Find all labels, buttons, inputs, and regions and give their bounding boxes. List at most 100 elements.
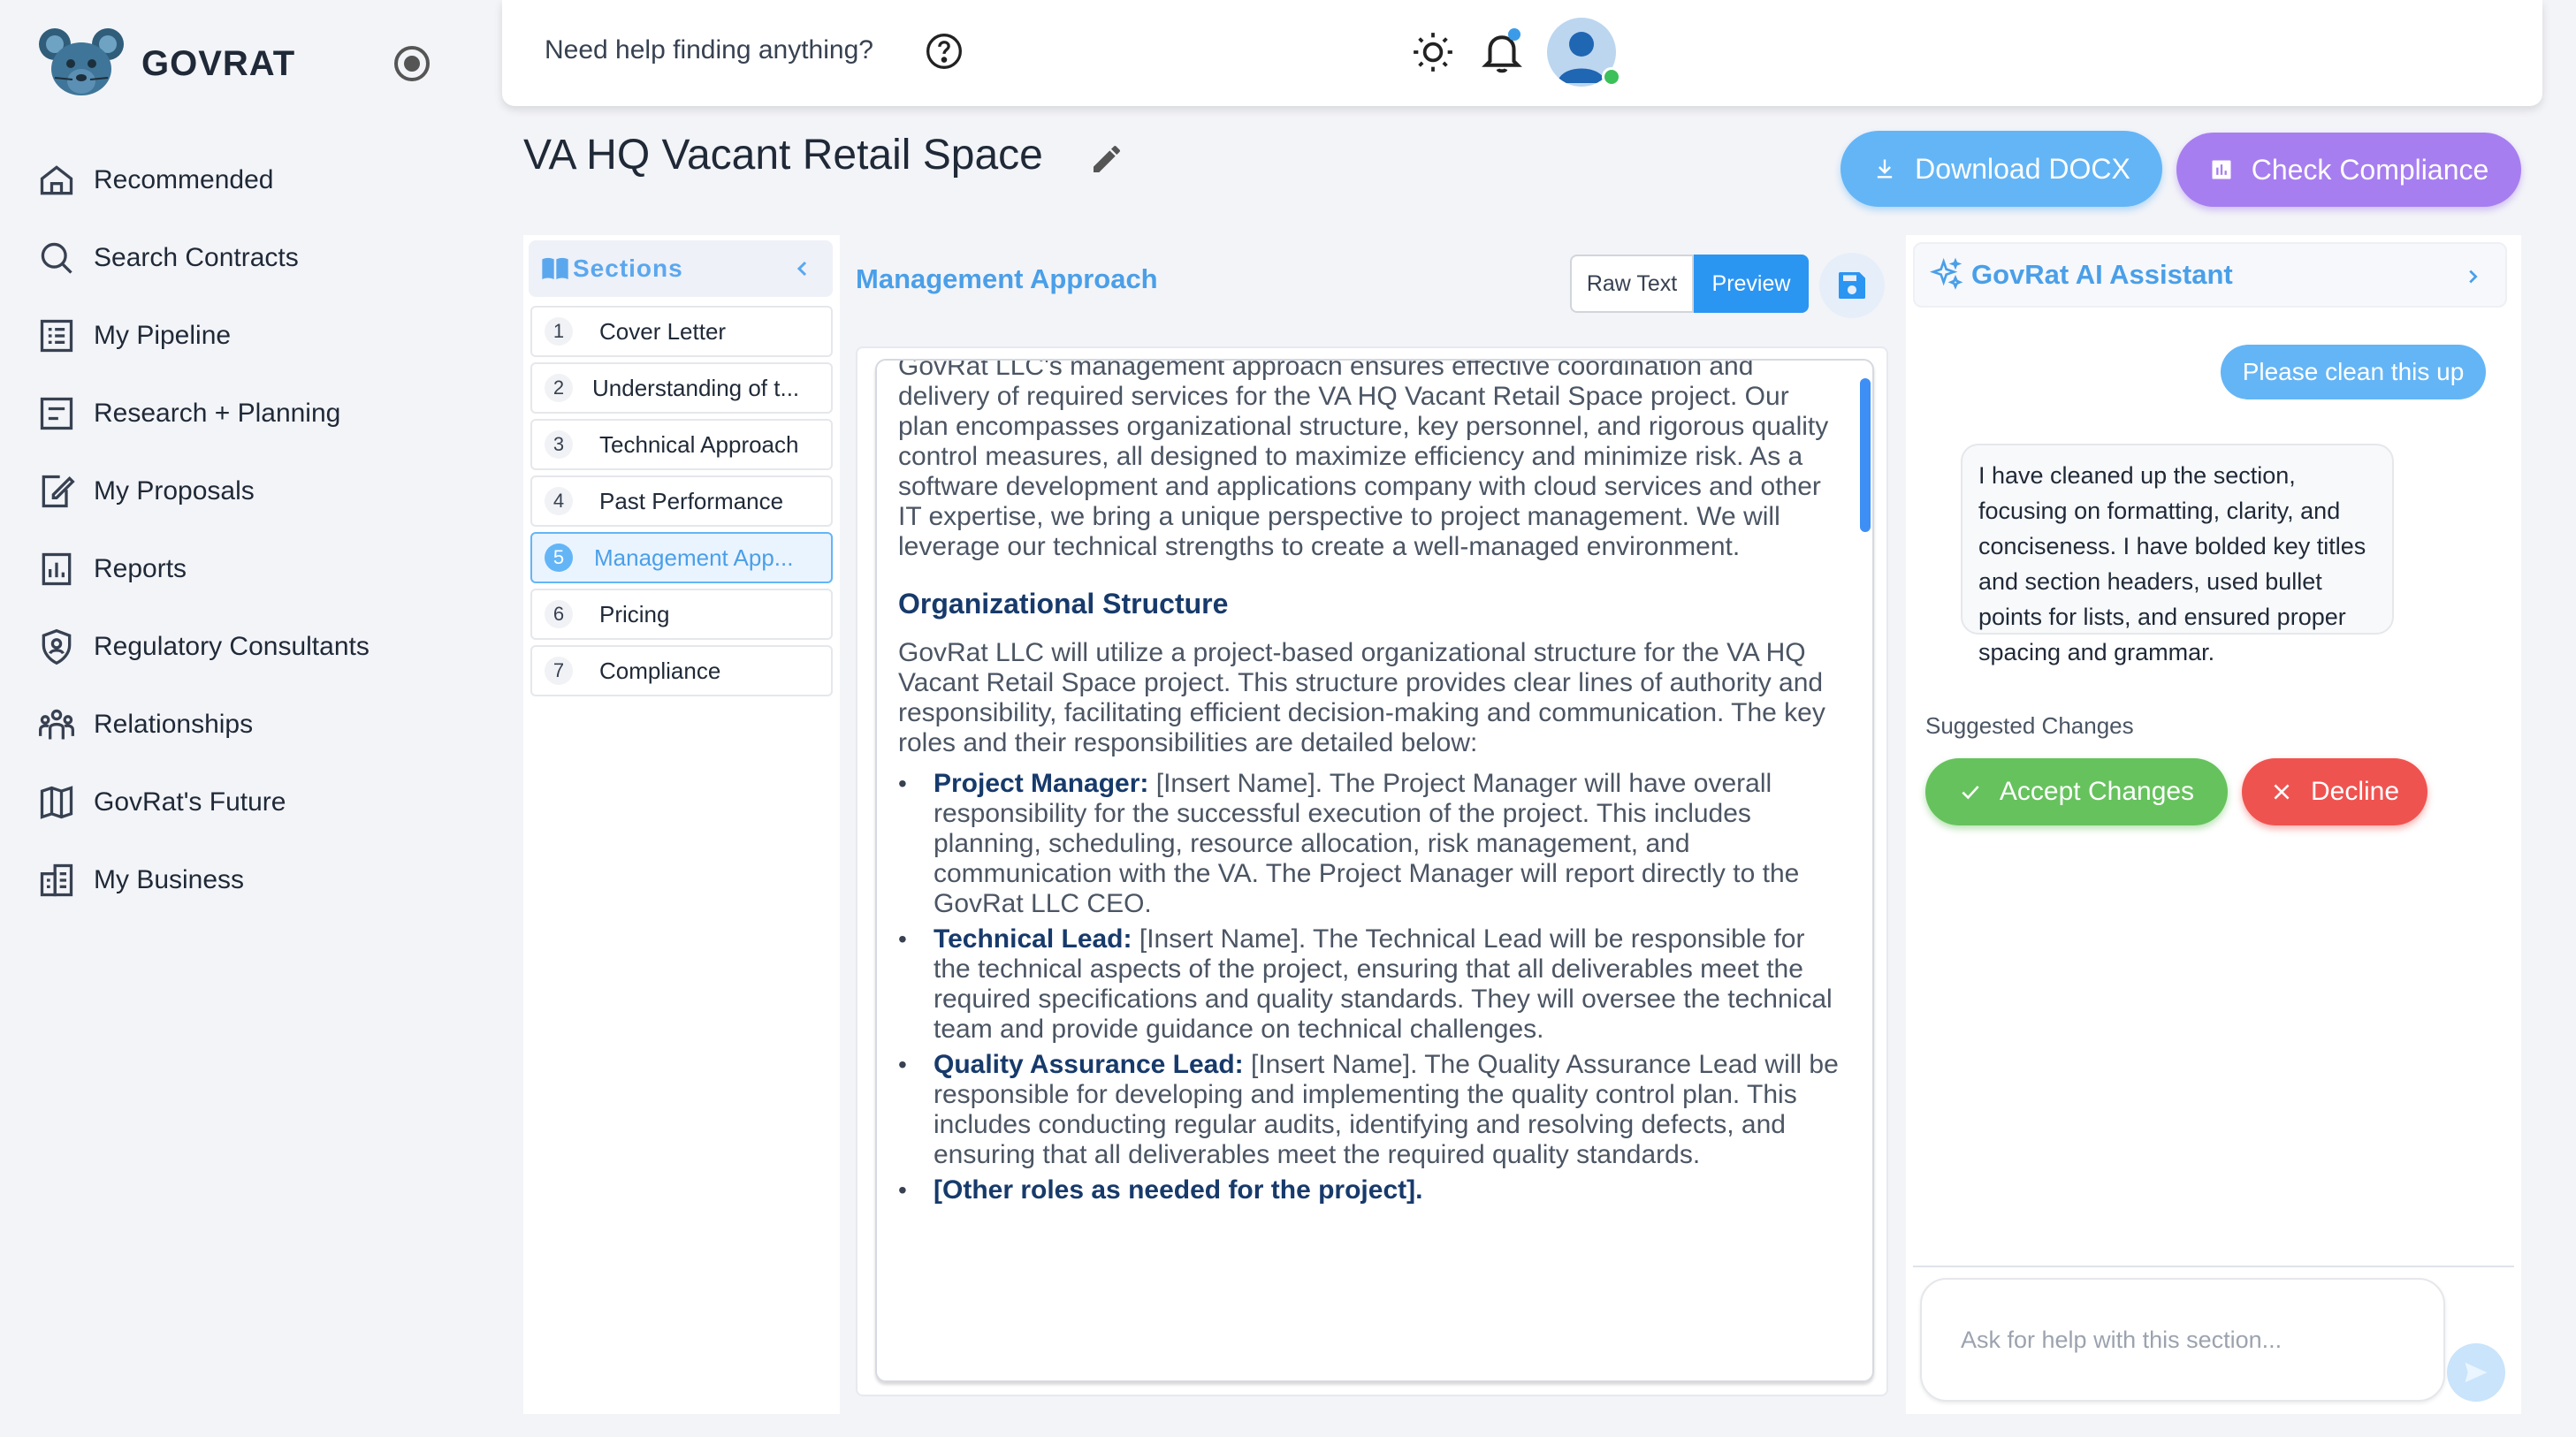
sidebar-item-regulatory-consultants[interactable]: Regulatory Consultants <box>37 608 453 686</box>
sidebar-item-search-contracts[interactable]: Search Contracts <box>37 219 453 297</box>
check-compliance-button[interactable]: Check Compliance <box>2176 133 2521 207</box>
section-number: 7 <box>545 657 573 685</box>
sidebar-item-govrats-future[interactable]: GovRat's Future <box>37 764 453 841</box>
list-icon <box>40 319 73 353</box>
sidebar-item-label: Research + Planning <box>94 399 341 428</box>
assistant-header: GovRat AI Assistant <box>1913 242 2507 308</box>
sidebar-item-recommended[interactable]: Recommended <box>37 141 453 219</box>
download-icon <box>1878 159 1893 179</box>
sun-icon[interactable] <box>1411 30 1455 74</box>
notification-dot <box>1508 28 1520 41</box>
sidebar-item-label: My Proposals <box>94 476 255 506</box>
intro-paragraph: GovRat LLC's management approach ensures… <box>898 359 1829 561</box>
rat-logo-icon <box>39 28 124 95</box>
section-number: 5 <box>545 544 573 572</box>
business-icon <box>40 863 73 897</box>
raw-text-tab[interactable]: Raw Text <box>1570 255 1694 313</box>
report-icon <box>42 552 72 586</box>
help-icon[interactable] <box>925 32 964 71</box>
list-item: Technical Lead: [Insert Name]. The Techn… <box>898 924 1839 1045</box>
section-number: 3 <box>545 430 573 459</box>
view-mode-toggle: Raw Text Preview <box>1570 255 1809 313</box>
section-item-pricing[interactable]: 6 Pricing <box>530 589 833 640</box>
sections-title: Sections <box>573 255 683 282</box>
pencil-icon[interactable] <box>1089 141 1124 177</box>
section-label: Past Performance <box>599 487 784 514</box>
list-item: Project Manager: [Insert Name]. The Proj… <box>898 769 1839 919</box>
org-structure-paragraph: GovRat LLC will utilize a project-based … <box>898 638 1825 757</box>
role-title: Quality Assurance Lead: <box>934 1050 1244 1079</box>
sidebar-item-my-business[interactable]: My Business <box>37 841 453 919</box>
chat-input[interactable] <box>1961 1319 2420 1361</box>
sections-list: 1 Cover Letter 2 Understanding of t... 3 Te… <box>530 306 833 702</box>
help-prompt[interactable]: Need help finding anything? <box>545 35 873 65</box>
accept-changes-button[interactable]: Accept Changes <box>1925 758 2228 825</box>
sections-header: Sections <box>529 240 833 297</box>
sidebar-item-label: GovRat's Future <box>94 787 286 817</box>
user-message: Please clean this up <box>2221 345 2486 399</box>
online-status-dot <box>1602 67 1621 87</box>
role-title: Technical Lead: <box>934 924 1132 954</box>
brand-name: GOVRAT <box>141 43 296 83</box>
section-number: 4 <box>545 487 573 515</box>
search-icon <box>41 242 72 274</box>
assistant-message: I have cleaned up the section, focusing … <box>1961 444 2394 665</box>
section-item-past-performance[interactable]: 4 Past Performance <box>530 475 833 527</box>
section-number: 2 <box>545 374 573 402</box>
editor-panel: Management Approach Raw Text Preview Gov… <box>849 235 1888 1396</box>
sidebar-item-relationships[interactable]: Relationships <box>37 686 453 764</box>
section-item-compliance[interactable]: 7 Compliance <box>530 645 833 696</box>
sidebar-item-label: Reports <box>94 554 187 583</box>
document-preview[interactable]: GovRat LLC's management approach ensures… <box>875 359 1874 1382</box>
preview-tab[interactable]: Preview <box>1694 255 1809 313</box>
section-item-understanding[interactable]: 2 Understanding of t... <box>530 362 833 414</box>
org-structure-heading: Organizational Structure <box>898 588 1229 620</box>
editor-scrollbar[interactable] <box>1860 378 1871 532</box>
section-label: Understanding of t... <box>592 374 800 401</box>
document-content: GovRat LLC's management approach ensures… <box>898 359 1839 1211</box>
sidebar-nav: Recommended Search Contracts My Pipeline… <box>37 141 453 919</box>
list-item: [Other roles as needed for the project]. <box>898 1175 1839 1205</box>
check-icon <box>1962 786 1979 800</box>
sidebar-item-my-pipeline[interactable]: My Pipeline <box>37 297 453 375</box>
sidebar-item-label: Relationships <box>94 710 254 739</box>
brand[interactable]: GOVRAT <box>37 27 295 101</box>
shield-user-icon <box>42 628 72 665</box>
sidebar-item-reports[interactable]: Reports <box>37 530 453 608</box>
section-item-cover-letter[interactable]: 1 Cover Letter <box>530 306 833 357</box>
chevron-left-icon[interactable] <box>792 258 813 279</box>
send-button[interactable] <box>2447 1343 2505 1402</box>
sidebar-item-label: Recommended <box>94 165 274 194</box>
edit-document-icon <box>42 475 75 508</box>
list-item: Quality Assurance Lead: [Insert Name]. T… <box>898 1050 1839 1170</box>
section-label: Cover Letter <box>599 317 727 345</box>
page-title: VA HQ Vacant Retail Space <box>523 132 1043 179</box>
chart-box-icon <box>2212 160 2231 179</box>
decline-button[interactable]: Decline <box>2242 758 2427 825</box>
section-number: 6 <box>545 600 573 628</box>
chat-input-container <box>1920 1278 2445 1402</box>
research-icon <box>40 397 73 430</box>
download-docx-button[interactable]: Download DOCX <box>1841 131 2162 207</box>
section-label: Management App... <box>594 544 794 571</box>
people-icon <box>39 709 74 740</box>
accept-changes-label: Accept Changes <box>1999 777 2195 806</box>
editor-section-title: Management Approach <box>856 263 1158 294</box>
save-icon <box>1839 272 1865 299</box>
download-docx-label: Download DOCX <box>1915 152 2130 185</box>
sparkle-icon <box>1929 257 1963 290</box>
section-item-technical-approach[interactable]: 3 Technical Approach <box>530 419 833 470</box>
editor-container: GovRat LLC's management approach ensures… <box>856 346 1888 1396</box>
sidebar-item-my-proposals[interactable]: My Proposals <box>37 452 453 530</box>
top-bar: Need help finding anything? <box>502 0 2542 106</box>
radio-dot-icon <box>404 56 420 72</box>
chevron-right-icon[interactable] <box>2463 267 2482 286</box>
sidebar-item-label: Regulatory Consultants <box>94 632 370 661</box>
save-button[interactable] <box>1819 253 1885 318</box>
home-icon <box>40 165 73 195</box>
sidebar-toggle-button[interactable] <box>394 46 430 81</box>
section-label: Technical Approach <box>599 430 799 458</box>
sections-panel: Sections 1 Cover Letter 2 Understanding of… <box>523 235 840 1414</box>
section-item-management-approach[interactable]: 5 Management App... <box>530 532 833 583</box>
sidebar-item-research-planning[interactable]: Research + Planning <box>37 375 453 452</box>
